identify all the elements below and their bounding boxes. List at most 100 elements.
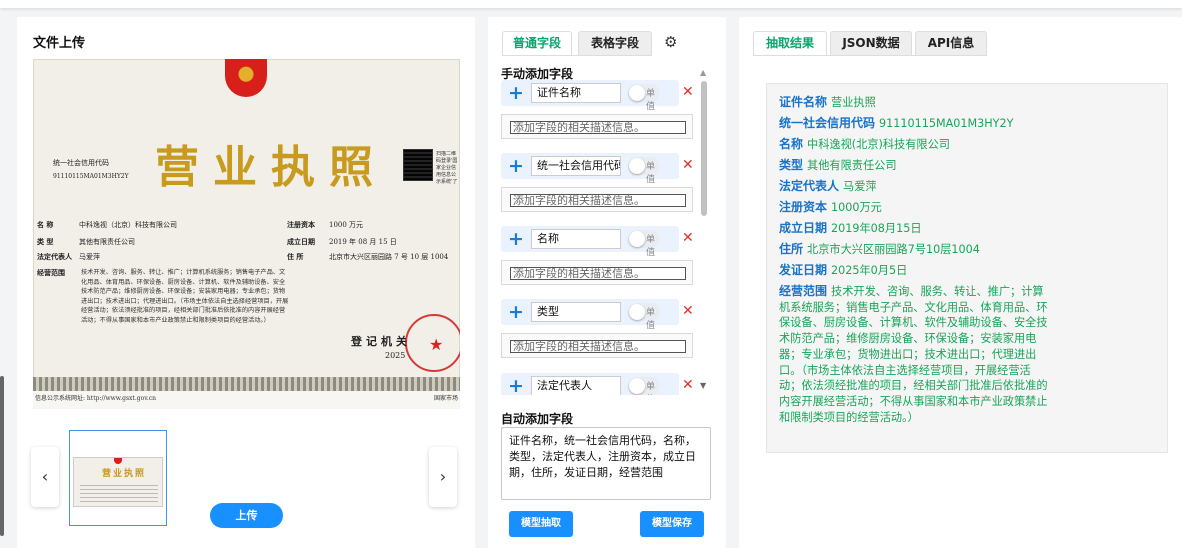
field-name-input[interactable]: 类型 <box>531 302 621 322</box>
license-preview: 统一社会信用代码 91110115MA01M3HY2Y 营业执照 扫描二维码登录… <box>33 59 460 409</box>
model-extract-button[interactable]: 模型抽取 <box>509 511 573 537</box>
toggle-label: 单值 <box>646 382 656 392</box>
thumbnail-image: 营业执照 <box>73 457 163 507</box>
result-row: 统一社会信用代码 91110115MA01M3HY2Y <box>779 116 1051 132</box>
result-value: 技术开发、咨询、服务、转让、推广；计算机系统服务；销售电子产品、文化用品、体育用… <box>779 285 1048 424</box>
license-border <box>33 377 460 391</box>
license-row: 名 称中科逸视（北京）科技有限公司 <box>37 220 177 229</box>
file-upload-panel: 文件上传 统一社会信用代码 91110115MA01M3HY2Y 营业执照 扫描… <box>17 17 475 548</box>
result-key: 注册资本 <box>779 200 828 214</box>
result-value: 91110115MA01M3HY2Y <box>879 117 1014 130</box>
field-name-input[interactable]: 法定代表人 <box>531 376 621 395</box>
license-footer-left: 信息公示系统网址: http://www.gsxt.gov.cn <box>35 395 157 402</box>
tab-divider <box>502 55 652 56</box>
single-value-toggle[interactable]: 单值 <box>628 377 660 395</box>
close-icon[interactable]: ✕ <box>682 84 694 100</box>
thumbnail-title: 营业执照 <box>102 469 147 479</box>
plus-icon[interactable]: + <box>508 155 524 177</box>
plus-icon[interactable]: + <box>508 228 524 250</box>
upload-button[interactable]: 上传 <box>210 503 283 528</box>
result-key: 统一社会信用代码 <box>779 116 876 130</box>
result-key: 证件名称 <box>779 95 828 109</box>
plus-icon[interactable]: + <box>508 301 524 323</box>
result-row: 发证日期 2025年0月5日 <box>779 263 1051 279</box>
result-value: 1000万元 <box>831 201 882 214</box>
close-icon[interactable]: ✕ <box>682 157 694 173</box>
field-desc-wrap: 添加字段的相关描述信息。 <box>501 187 693 212</box>
qr-code-icon <box>403 149 433 181</box>
tab-table-fields[interactable]: 表格字段 <box>578 31 652 55</box>
result-value: 中科逸视(北京)科技有限公司 <box>807 138 950 151</box>
national-emblem-icon <box>114 458 122 464</box>
field-desc-input[interactable]: 添加字段的相关描述信息。 <box>510 194 686 207</box>
result-value: 马爱萍 <box>843 180 877 193</box>
license-code-value: 91110115MA01M3HY2Y <box>53 173 129 180</box>
toggle-knob <box>629 85 645 101</box>
field-desc-input[interactable]: 添加字段的相关描述信息。 <box>510 267 686 280</box>
result-value: 2019年08月15日 <box>831 222 922 235</box>
auto-fields-label: 自动添加字段 <box>501 412 574 426</box>
field-item: + 法定代表人 单值 ✕ <box>501 373 698 395</box>
gear-icon[interactable]: ⚙ <box>664 33 677 51</box>
result-value: 其他有限责任公司 <box>807 159 897 172</box>
field-desc-input[interactable]: 添加字段的相关描述信息。 <box>510 121 686 134</box>
plus-icon[interactable]: + <box>508 375 524 395</box>
thumbnail-text-lines <box>80 484 158 502</box>
single-value-toggle[interactable]: 单值 <box>628 303 660 331</box>
thumbnail-item[interactable]: 营业执照 <box>69 430 167 526</box>
toggle-knob <box>629 304 645 320</box>
result-key: 发证日期 <box>779 263 828 277</box>
field-list-scrollbar[interactable]: ▲ ▼ <box>699 68 709 393</box>
left-edge-scroll-handle[interactable] <box>0 376 4 536</box>
close-icon[interactable]: ✕ <box>682 303 694 319</box>
single-value-toggle[interactable]: 单值 <box>628 230 660 258</box>
field-desc-wrap: 添加字段的相关描述信息。 <box>501 114 693 139</box>
model-save-button[interactable]: 模型保存 <box>640 511 704 537</box>
scrollbar-thumb[interactable] <box>701 81 707 216</box>
close-icon[interactable]: ✕ <box>682 377 694 393</box>
result-row: 住所 北京市大兴区丽园路7号10层1004 <box>779 242 1051 258</box>
result-row: 证件名称 营业执照 <box>779 95 1051 111</box>
result-key: 名称 <box>779 137 804 151</box>
result-key: 经营范围 <box>779 284 828 298</box>
toggle-knob <box>629 378 645 394</box>
result-value: 营业执照 <box>831 96 876 109</box>
field-name-input[interactable]: 统一社会信用代码 <box>531 156 621 176</box>
scroll-down-icon[interactable]: ▼ <box>700 381 706 390</box>
tab-json-data[interactable]: JSON数据 <box>830 31 912 55</box>
field-name-input[interactable]: 证件名称 <box>531 83 621 103</box>
tab-extract-result[interactable]: 抽取结果 <box>753 31 827 55</box>
tab-divider <box>753 55 987 56</box>
field-name-input[interactable]: 名称 <box>531 229 621 249</box>
license-row: 类 型其他有限责任公司 <box>37 237 135 246</box>
field-desc-wrap: 添加字段的相关描述信息。 <box>501 333 693 358</box>
single-value-toggle[interactable]: 单值 <box>628 84 660 112</box>
carousel-next-button[interactable]: › <box>429 447 457 507</box>
toggle-label: 单值 <box>646 308 656 331</box>
result-row: 类型 其他有限责任公司 <box>779 158 1051 174</box>
field-item: + 统一社会信用代码 单值 ✕ 添加字段的相关描述信息。 <box>501 153 698 223</box>
license-row: 法定代表人 马爱萍 <box>37 252 100 261</box>
result-key: 成立日期 <box>779 221 828 235</box>
close-icon[interactable]: ✕ <box>682 230 694 246</box>
toggle-knob <box>629 231 645 247</box>
stamp-star-icon: ★ <box>429 335 444 354</box>
toggle-label: 单值 <box>646 89 656 112</box>
license-big-title: 营业执照 <box>155 142 387 193</box>
field-item: + 名称 单值 ✕ 添加字段的相关描述信息。 <box>501 226 698 296</box>
scroll-up-icon[interactable]: ▲ <box>700 68 706 77</box>
toggle-label: 单值 <box>646 162 656 185</box>
carousel-prev-button[interactable]: ‹ <box>31 447 59 507</box>
plus-icon[interactable]: + <box>508 82 524 104</box>
license-footer: 信息公示系统网址: http://www.gsxt.gov.cn 国家市场 <box>33 391 460 409</box>
field-desc-input[interactable]: 添加字段的相关描述信息。 <box>510 340 686 353</box>
single-value-toggle[interactable]: 单值 <box>628 157 660 185</box>
result-row: 成立日期 2019年08月15日 <box>779 221 1051 237</box>
tab-api-info[interactable]: API信息 <box>915 31 987 55</box>
result-value: 2025年0月5日 <box>831 264 908 277</box>
tab-normal-fields[interactable]: 普通字段 <box>502 31 572 55</box>
license-row: 成立日期 2019 年 08 月 15 日 <box>287 237 397 246</box>
result-key: 法定代表人 <box>779 179 840 193</box>
auto-fields-textarea[interactable]: 证件名称，统一社会信用代码，名称，类型，法定代表人，注册资本，成立日期，住所，发… <box>501 427 711 500</box>
result-row: 注册资本 1000万元 <box>779 200 1051 216</box>
